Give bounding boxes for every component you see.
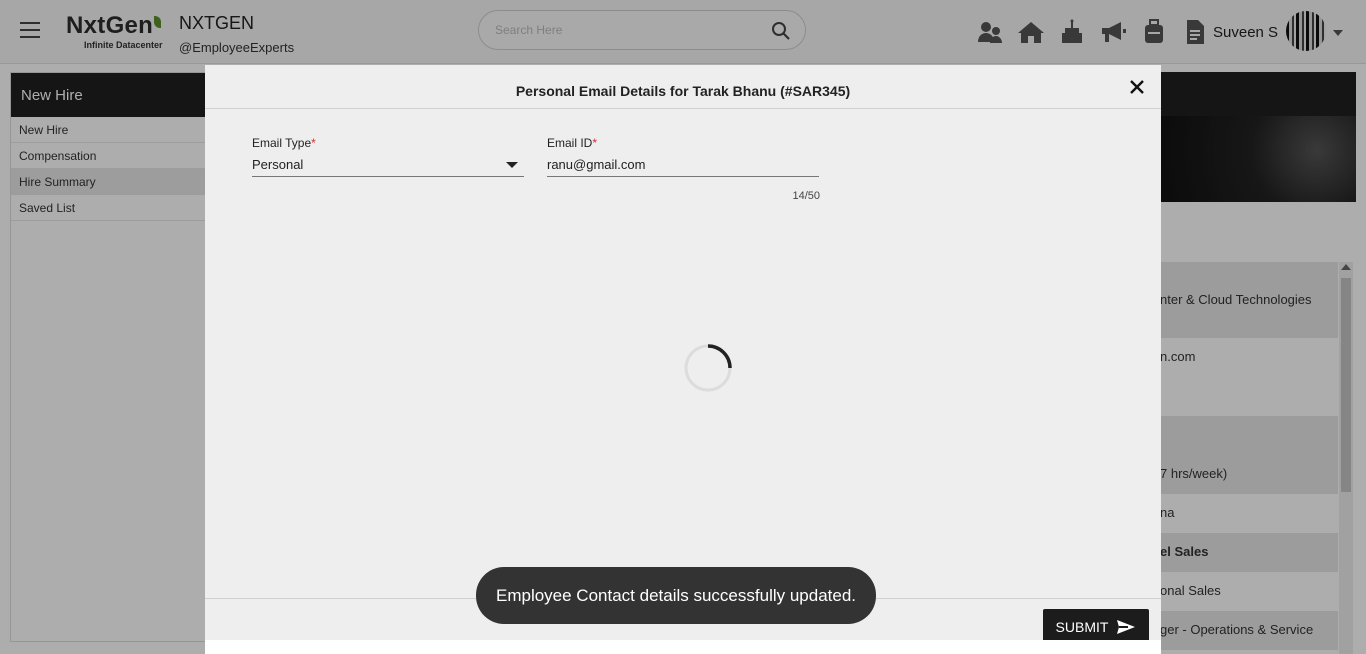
email-id-field[interactable]: Email ID* ranu@gmail.com [547,136,819,177]
email-type-select[interactable]: Personal [252,157,524,177]
email-type-label: Email Type [252,136,312,150]
email-id-label: Email ID [547,136,593,150]
email-type-field[interactable]: Email Type* Personal [252,136,524,177]
email-id-input[interactable]: ranu@gmail.com [547,157,819,177]
email-type-value: Personal [252,157,304,172]
dropdown-arrow-icon[interactable] [506,162,518,168]
dialog-header: Personal Email Details for Tarak Bhanu (… [205,65,1161,109]
loading-spinner-icon [684,344,732,392]
close-icon[interactable] [1129,79,1145,95]
dialog-title: Personal Email Details for Tarak Bhanu (… [515,83,851,99]
required-marker: * [311,136,316,150]
send-icon [1117,620,1136,634]
toast-message: Employee Contact details successfully up… [495,585,857,605]
required-marker: * [592,136,598,150]
submit-label: SUBMIT [1055,619,1109,635]
character-counter: 14/50 [792,190,820,202]
success-toast: Employee Contact details successfully up… [476,567,876,624]
email-details-dialog: Personal Email Details for Tarak Bhanu (… [205,65,1161,654]
dialog-bottom-strip [205,640,1161,654]
